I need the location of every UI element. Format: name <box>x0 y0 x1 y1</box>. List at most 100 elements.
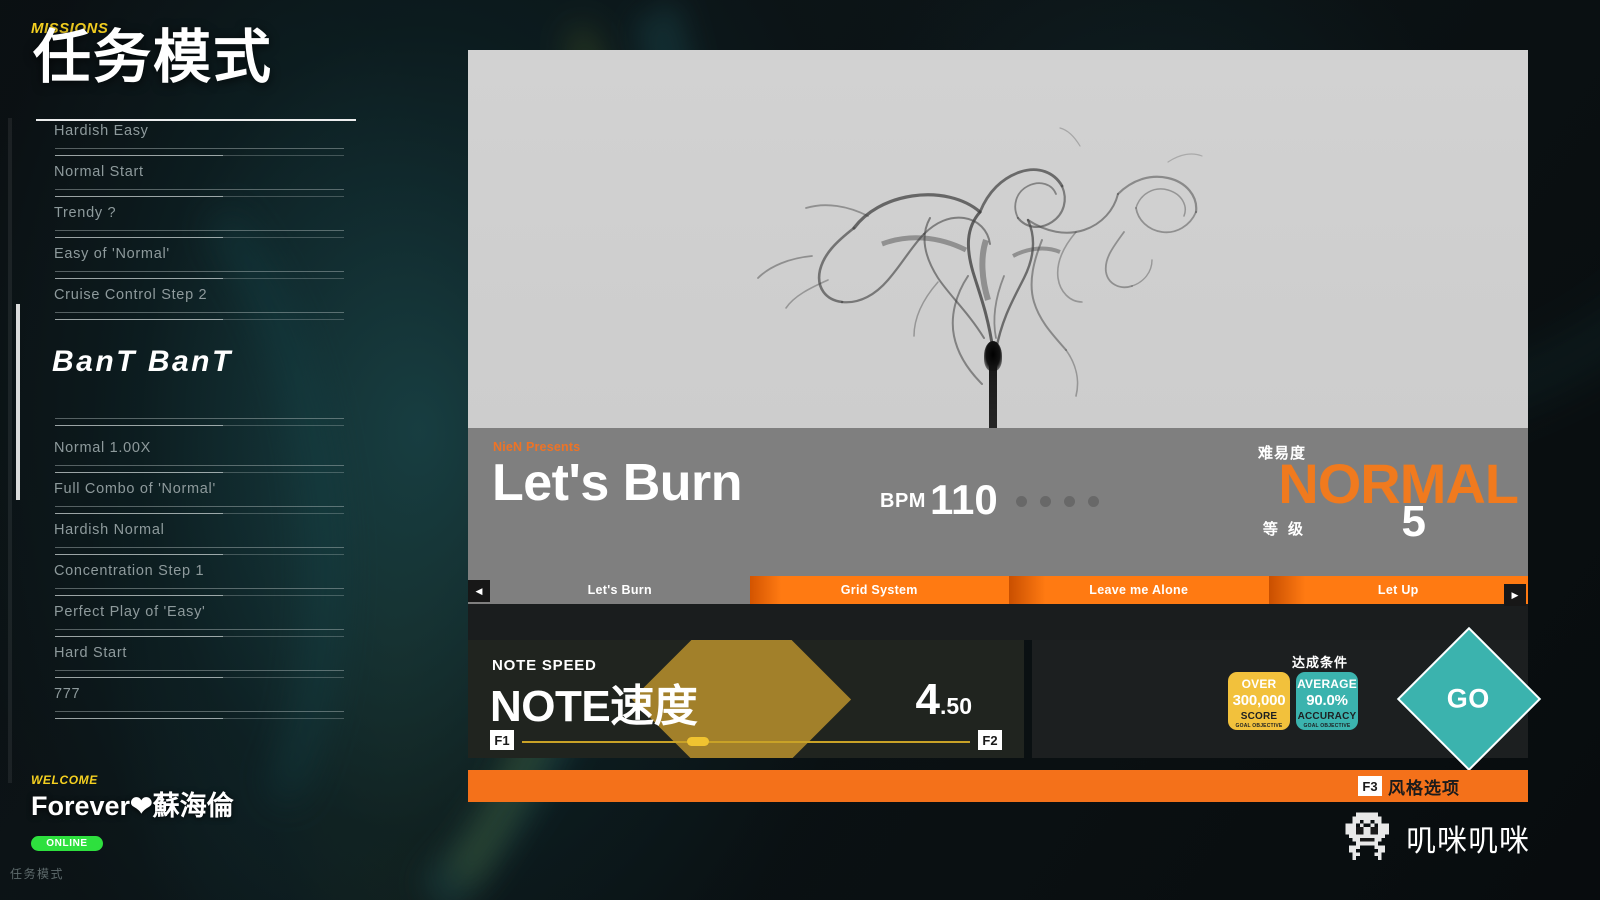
item-divider <box>55 711 344 712</box>
list-item[interactable]: Trendy ? <box>0 200 440 241</box>
note-speed-slider-handle[interactable] <box>686 737 709 746</box>
item-divider <box>55 629 344 630</box>
page-title: 任务模式 <box>33 25 274 90</box>
smoke-artwork <box>757 127 1203 397</box>
go-button[interactable]: GO <box>1396 626 1542 772</box>
song-title: Let's Burn <box>492 454 743 512</box>
mission-label: Hardish Normal <box>54 522 165 538</box>
mission-label: Cruise Control Step 2 <box>54 287 208 303</box>
item-divider <box>55 718 344 719</box>
bpm-label: BPM <box>880 490 926 512</box>
item-divider <box>55 271 344 272</box>
missions-sidebar: MISSIONS 任务模式 Hardish Easy Normal Start … <box>0 0 440 900</box>
item-divider <box>55 554 344 555</box>
mission-label: Easy of 'Normal' <box>54 246 170 262</box>
key-f3-button[interactable]: F3 <box>1358 776 1382 796</box>
note-speed-title: NOTE速度 <box>490 682 698 731</box>
mission-label: Concentration Step 1 <box>54 563 205 579</box>
mission-label: Full Combo of 'Normal' <box>54 481 216 497</box>
song-info-bar: NieN Presents Let's Burn BPM 110 难易度 NOR… <box>468 428 1528 576</box>
watermark: 叽咪叽咪 <box>1338 812 1530 864</box>
badge-top-label: AVERAGE <box>1297 677 1357 691</box>
tab-song-2[interactable]: Leave me Alone <box>1009 576 1269 604</box>
goal-badges: OVER 300,000 SCORE GOAL OBJECTIVE AVERAG… <box>1228 672 1358 730</box>
badge-value: 90.0% <box>1306 692 1348 709</box>
style-options-bar[interactable]: F3 风格选项 <box>468 770 1528 802</box>
list-item[interactable]: Concentration Step 1 <box>0 558 440 599</box>
album-art <box>468 50 1528 428</box>
note-speed-slider-track[interactable] <box>522 741 970 743</box>
mission-label: 777 <box>54 686 81 702</box>
key-f2-button[interactable]: F2 <box>978 730 1002 750</box>
item-divider <box>55 588 344 589</box>
item-divider <box>55 677 344 678</box>
prev-song-button[interactable]: ◀ <box>468 580 490 602</box>
group-divider <box>0 409 440 435</box>
song-presenter: NieN Presents <box>493 440 581 454</box>
level-kicker: 等 级 <box>1262 521 1306 538</box>
footer-mode-label: 任务模式 <box>10 867 65 881</box>
goal-badge-accuracy: AVERAGE 90.0% ACCURACY GOAL OBJECTIVE <box>1296 672 1358 730</box>
item-divider <box>55 312 344 313</box>
note-speed-dec: .50 <box>940 693 972 719</box>
key-f1-button[interactable]: F1 <box>490 730 514 750</box>
list-item[interactable]: Cruise Control Step 2 <box>0 282 440 323</box>
game-screen: MISSIONS 任务模式 Hardish Easy Normal Start … <box>0 0 1600 900</box>
bottom-controls: NOTE SPEED NOTE速度 4.50 F1 F2 达成条件 OVER 3… <box>468 626 1542 772</box>
pixel-mascot-icon <box>1345 812 1389 860</box>
item-divider <box>55 418 344 419</box>
list-item[interactable]: Normal Start <box>0 159 440 200</box>
goal-badge-score: OVER 300,000 SCORE GOAL OBJECTIVE <box>1228 672 1290 730</box>
next-song-button[interactable]: ▶ <box>1504 584 1526 606</box>
list-item[interactable]: Full Combo of 'Normal' <box>0 476 440 517</box>
player-name: Forever❤蘇海倫 <box>31 791 234 821</box>
bpm-value: 110 <box>930 476 998 523</box>
goal-objective-panel: 达成条件 OVER 300,000 SCORE GOAL OBJECTIVE A… <box>1032 626 1542 772</box>
list-item[interactable]: Hard Start <box>0 640 440 681</box>
item-divider <box>55 595 344 596</box>
goal-kicker: 达成条件 <box>1291 655 1348 670</box>
list-item[interactable]: Hardish Normal <box>0 517 440 558</box>
item-divider <box>55 189 344 190</box>
item-divider <box>55 319 344 320</box>
badge-metric: ACCURACY <box>1297 711 1357 722</box>
watermark-text: 叽咪叽咪 <box>1406 825 1530 858</box>
panel-gap <box>468 604 1528 640</box>
badge-caption: GOAL OBJECTIVE <box>1235 723 1283 729</box>
list-item[interactable]: Easy of 'Normal' <box>0 241 440 282</box>
tab-song-0[interactable]: Let's Burn <box>490 576 750 604</box>
badge-caption: GOAL OBJECTIVE <box>1303 723 1351 729</box>
item-divider <box>55 237 344 238</box>
item-divider <box>55 230 344 231</box>
list-item[interactable]: Normal 1.00X <box>0 435 440 476</box>
item-divider <box>55 155 344 156</box>
tab-song-1[interactable]: Grid System <box>749 576 1009 604</box>
mission-group-header: BanT BanT <box>0 323 440 409</box>
item-divider <box>55 513 344 514</box>
song-select-panel: NieN Presents Let's Burn BPM 110 难易度 NOR… <box>468 50 1542 802</box>
mission-label: Hardish Easy <box>54 123 149 139</box>
mission-label: Hard Start <box>54 645 128 661</box>
note-speed-panel[interactable]: NOTE SPEED NOTE速度 4.50 F1 F2 <box>468 640 1024 758</box>
badge-metric: SCORE <box>1240 711 1278 722</box>
list-item[interactable]: Hardish Easy <box>0 118 440 159</box>
bpm-dots <box>1016 496 1099 507</box>
match-head <box>984 341 1002 371</box>
note-speed-value: 4.50 <box>916 678 972 722</box>
mission-group-title: BanT BanT <box>52 345 233 378</box>
item-divider <box>55 636 344 637</box>
level-value: 5 <box>1401 497 1426 546</box>
item-divider <box>55 547 344 548</box>
tab-song-3[interactable]: Let Up <box>1268 576 1528 604</box>
mission-label: Perfect Play of 'Easy' <box>54 604 206 620</box>
item-divider <box>55 425 344 426</box>
item-divider <box>55 196 344 197</box>
list-item[interactable]: 777 <box>0 681 440 722</box>
mission-label: Normal 1.00X <box>54 440 152 456</box>
note-speed-int: 4 <box>915 675 941 724</box>
item-divider <box>55 506 344 507</box>
difficulty-name: NORMAL <box>1278 452 1519 515</box>
list-item[interactable]: Perfect Play of 'Easy' <box>0 599 440 640</box>
bpm-dot <box>1064 496 1075 507</box>
style-options-label: 风格选项 <box>1388 778 1460 798</box>
